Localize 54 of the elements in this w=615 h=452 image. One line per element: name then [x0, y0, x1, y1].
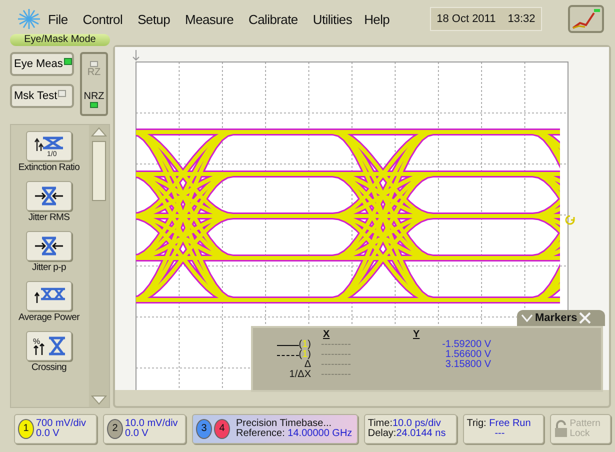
measurement-button[interactable]: [26, 181, 72, 211]
trigger-level-icon: [565, 215, 575, 225]
menu-item[interactable]: Measure: [185, 12, 234, 26]
measurement-label: Extinction Ratio: [17, 163, 81, 173]
format-label: RZ: [87, 66, 101, 78]
menu-item[interactable]: Calibrate: [248, 12, 298, 26]
channel-badge: 4: [214, 419, 230, 439]
marker-x-value: ---------: [321, 340, 352, 350]
mode-label: Eye/Mask Mode: [10, 34, 110, 46]
channel-badge: 1: [18, 419, 34, 439]
mode-button[interactable]: Msk Test: [10, 84, 74, 108]
menu-item[interactable]: Utilities: [312, 12, 352, 26]
menu-item[interactable]: File: [48, 12, 68, 26]
markers-tab[interactable]: Markers: [517, 310, 605, 326]
trigger-button[interactable]: Trig: Free Run ---: [462, 414, 544, 444]
padlock-icon: [554, 420, 568, 438]
marker-y-value: 3.15800 V: [444, 360, 491, 370]
measurement-label: Jitter RMS: [27, 213, 71, 223]
marker-x-value: ---------: [321, 360, 352, 370]
menu-item[interactable]: Control: [82, 12, 123, 26]
scroll-up-icon[interactable]: [89, 125, 109, 139]
measurement-label: Jitter p-p: [31, 263, 67, 273]
marker-label: (1): [261, 350, 311, 360]
timebase-button[interactable]: 3 4 Precision Timebase... Reference: 14.00000 GHz: [192, 414, 358, 444]
mode-button[interactable]: Eye Meas: [10, 52, 74, 76]
marker-label: Δ: [304, 360, 311, 370]
marker-x-value: ---------: [321, 350, 352, 360]
collapse-icon[interactable]: [521, 314, 533, 322]
column-header: X: [322, 330, 331, 340]
chart-icon[interactable]: [568, 5, 604, 33]
menu-item[interactable]: Help: [364, 12, 390, 26]
markers-title: Markers: [535, 312, 578, 324]
channel-badge: 2: [106, 419, 123, 439]
scroll-thumb[interactable]: [92, 141, 106, 201]
menu-item[interactable]: Setup: [138, 12, 170, 26]
close-icon[interactable]: [579, 312, 592, 324]
column-header: Y: [412, 330, 421, 340]
marker-label: (1): [261, 340, 311, 350]
clock-display: 18 Oct 2011 13:32: [430, 7, 542, 31]
marker-x-value: ---------: [321, 370, 352, 380]
marker-y-value: -1.59200 V: [441, 340, 491, 350]
format-label: NRZ: [84, 90, 104, 102]
measurement-button[interactable]: [26, 231, 72, 261]
measurement-label: Average Power: [18, 313, 81, 323]
format-switch[interactable]: RZ NRZ: [80, 52, 108, 116]
marker-label: 1/ΔX: [288, 370, 311, 380]
marker-arrow-icon: [132, 50, 140, 61]
marker-y-value: 1.56600 V: [444, 350, 491, 360]
time-button[interactable]: Time:10.0 ps/div Delay:24.0144 ns: [364, 414, 457, 444]
measurement-label: Crossing: [30, 363, 68, 373]
scrollbar[interactable]: [89, 125, 109, 407]
starburst-logo-icon: [16, 8, 42, 30]
scroll-down-icon[interactable]: [89, 393, 109, 407]
channel-badge: 3: [196, 419, 212, 439]
